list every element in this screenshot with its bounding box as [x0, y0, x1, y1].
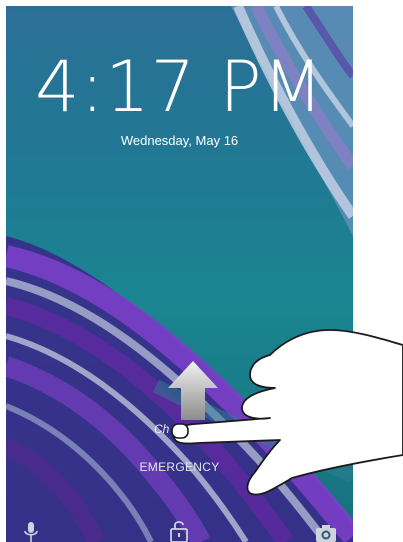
charging-status-text: Ch [154, 422, 170, 436]
lock-screen[interactable]: 4:17 PM Wednesday, May 16 Ch EMERGENCY [6, 6, 353, 542]
microphone-icon[interactable] [24, 522, 38, 542]
unlock-icon[interactable] [170, 520, 188, 542]
clock-time: 4:17 PM [34, 46, 325, 128]
camera-icon[interactable] [315, 524, 337, 542]
clock-date: Wednesday, May 16 [120, 133, 239, 148]
emergency-call-button[interactable]: EMERGENCY [6, 460, 353, 474]
